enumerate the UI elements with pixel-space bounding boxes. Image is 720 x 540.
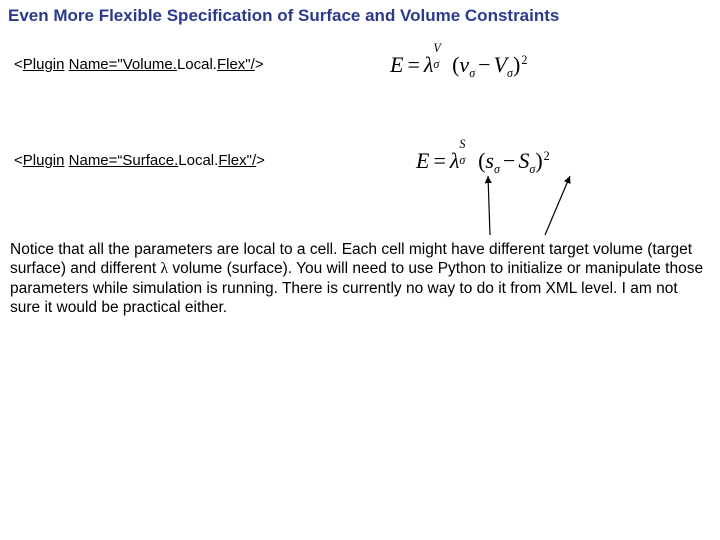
- S-sub: σ: [529, 162, 535, 176]
- arrow-right: [545, 176, 570, 235]
- sym-E: E: [416, 148, 429, 173]
- exp-2: 2: [521, 53, 527, 67]
- sym-eq: =: [429, 148, 449, 173]
- plugin-surface-line: <Plugin Name=“Surface.Local.Flex"/>: [14, 152, 265, 169]
- name-rest: Local.: [178, 152, 218, 169]
- rparen: ): [513, 52, 520, 77]
- formula-volume: E=λVσ(νσ−Vσ)2: [390, 50, 526, 78]
- name-rest: Local.: [177, 56, 217, 73]
- name-attr: Name=“Surface.: [69, 152, 179, 169]
- name-tail: Flex"/: [217, 56, 255, 73]
- lambda-sup: S: [459, 137, 465, 152]
- plugin-volume-line: <Plugin Name="Volume.Local.Flex"/>: [14, 56, 264, 73]
- nu-sub: σ: [469, 66, 475, 80]
- inline-lambda: λ: [161, 260, 169, 277]
- body-paragraph: Notice that all the parameters are local…: [10, 240, 710, 318]
- plugin-kw: Plugin: [23, 56, 65, 73]
- angle-open: <: [14, 152, 23, 169]
- sym-s: s: [485, 148, 494, 173]
- slide-title: Even More Flexible Specification of Surf…: [8, 6, 559, 26]
- angle-close: >: [256, 152, 265, 169]
- slide: Even More Flexible Specification of Surf…: [0, 0, 720, 540]
- lambda-sub: σ: [459, 153, 465, 168]
- sym-minus: −: [500, 148, 518, 173]
- sym-nu: ν: [459, 52, 469, 77]
- lambda-subsup: Sσ: [459, 146, 478, 168]
- rparen: ): [535, 148, 542, 173]
- lambda-sup: V: [433, 41, 440, 56]
- plugin-kw: Plugin: [23, 152, 65, 169]
- V-sub: σ: [507, 66, 513, 80]
- sym-S: S: [518, 148, 529, 173]
- angle-close: >: [255, 56, 264, 73]
- formula-surface: E=λSσ(sσ−Sσ)2: [416, 146, 549, 174]
- exp-2: 2: [544, 149, 550, 163]
- annotation-arrows: [440, 170, 640, 240]
- name-attr: Name="Volume.: [69, 56, 177, 73]
- sym-minus: −: [475, 52, 493, 77]
- name-tail: Flex"/: [218, 152, 256, 169]
- sym-lambda: λ: [450, 148, 460, 173]
- sym-eq: =: [403, 52, 423, 77]
- lambda-subsup: Vσ: [433, 50, 452, 72]
- angle-open: <: [14, 56, 23, 73]
- arrow-left: [488, 176, 490, 235]
- s-sub: σ: [494, 162, 500, 176]
- sym-lambda: λ: [424, 52, 434, 77]
- sym-V: V: [494, 52, 507, 77]
- sym-E: E: [390, 52, 403, 77]
- lambda-sub: σ: [433, 57, 439, 72]
